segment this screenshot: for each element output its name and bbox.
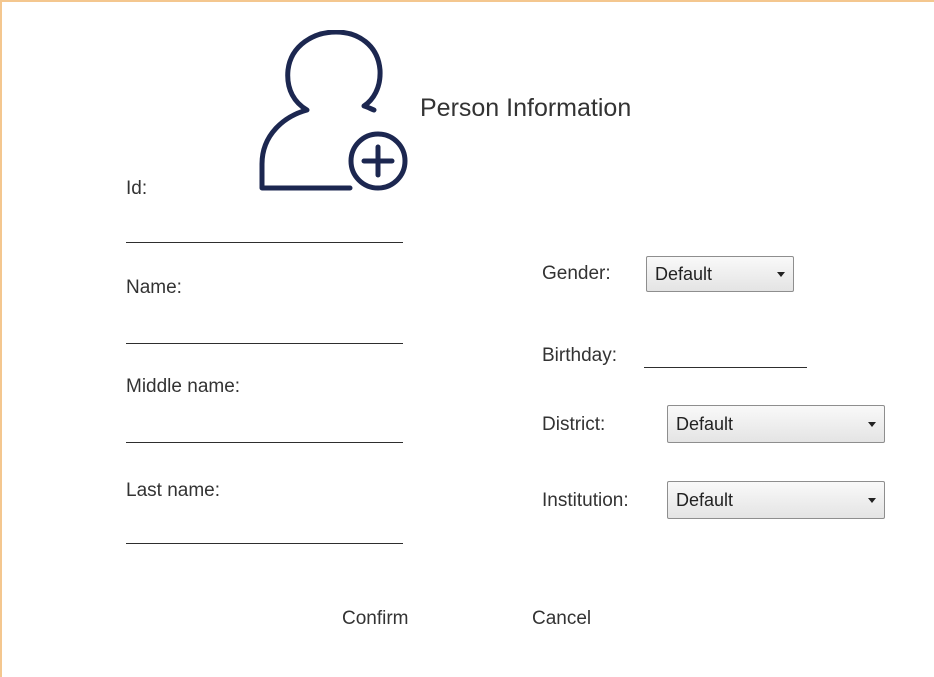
chevron-down-icon xyxy=(777,271,785,277)
name-field[interactable] xyxy=(126,317,403,344)
id-field[interactable] xyxy=(126,216,403,243)
confirm-button[interactable]: Confirm xyxy=(342,608,409,630)
name-label: Name: xyxy=(126,277,182,298)
id-label: Id: xyxy=(126,178,148,199)
chevron-down-icon xyxy=(868,497,876,503)
last-name-label: Last name: xyxy=(126,480,220,501)
district-label: District: xyxy=(542,414,606,435)
birthday-label: Birthday: xyxy=(542,345,617,366)
middle-name-label: Middle name: xyxy=(126,376,241,397)
middle-name-field[interactable] xyxy=(126,416,403,443)
chevron-down-icon xyxy=(868,421,876,427)
add-user-icon xyxy=(259,30,408,191)
district-select[interactable]: Default xyxy=(667,405,885,443)
institution-value: Default xyxy=(676,489,734,510)
cancel-button[interactable]: Cancel xyxy=(532,608,591,630)
institution-select[interactable]: Default xyxy=(667,481,885,519)
gender-label: Gender: xyxy=(542,263,611,284)
gender-value: Default xyxy=(655,263,713,284)
birthday-field[interactable] xyxy=(644,343,807,368)
page-title: Person Information xyxy=(420,94,632,122)
last-name-field[interactable] xyxy=(126,517,403,544)
gender-select[interactable]: Default xyxy=(646,256,794,292)
district-value: Default xyxy=(676,413,734,434)
institution-label: Institution: xyxy=(542,490,629,511)
